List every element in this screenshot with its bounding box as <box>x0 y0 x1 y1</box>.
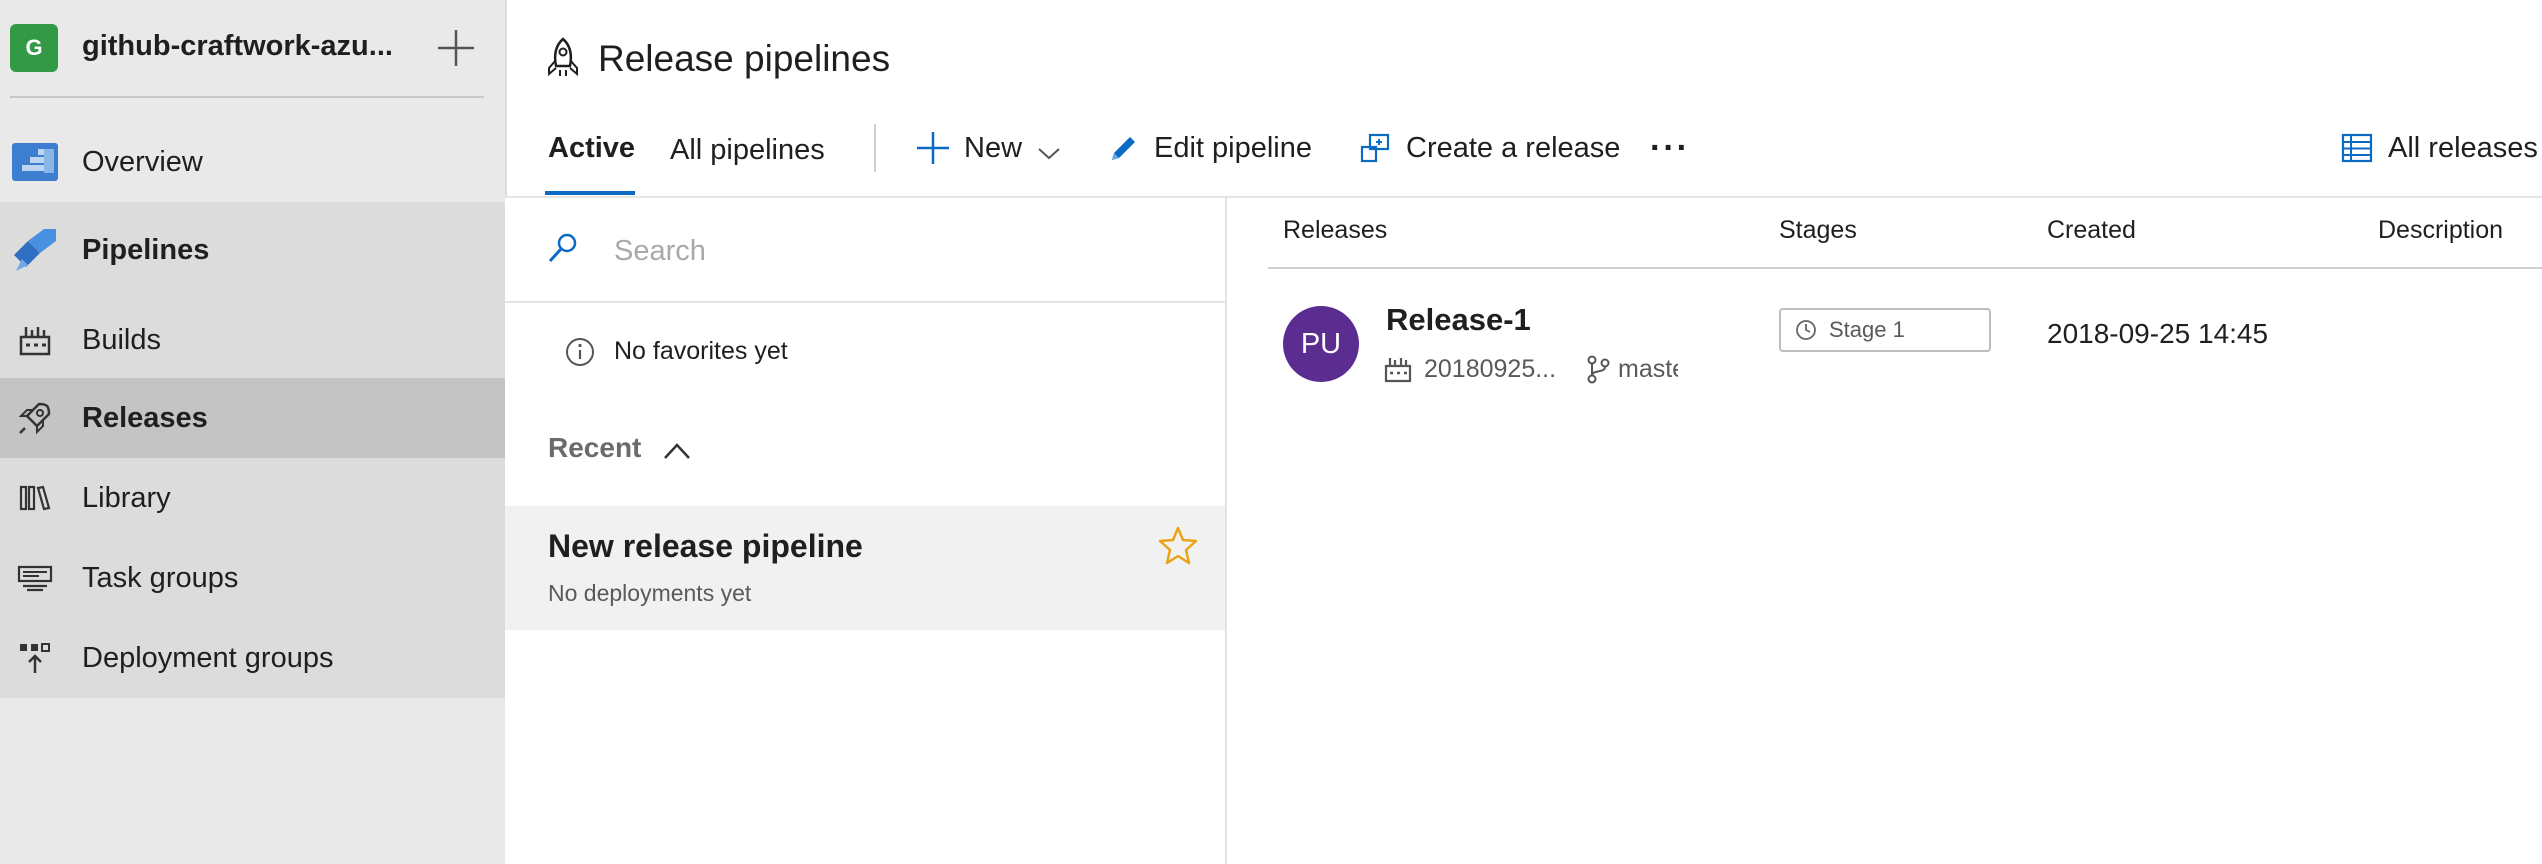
pencil-icon <box>1108 132 1140 164</box>
edit-pipeline-button[interactable]: Edit pipeline <box>1108 122 1312 174</box>
star-icon[interactable] <box>1156 524 1200 568</box>
project-name[interactable]: github-craftwork-azu... <box>82 30 393 63</box>
table-icon <box>2340 131 2374 165</box>
sidebar-item-overview[interactable]: Overview <box>0 122 505 202</box>
chevron-down-icon <box>1036 138 1062 160</box>
tab-all-pipelines[interactable]: All pipelines <box>670 134 825 167</box>
stage-label: Stage 1 <box>1829 317 1905 342</box>
all-releases-button[interactable]: All releases <box>2340 122 2538 174</box>
sidebar-item-label: Pipelines <box>82 233 210 266</box>
search-divider <box>505 301 1225 303</box>
edit-pipeline-label: Edit pipeline <box>1154 131 1312 164</box>
tab-active[interactable]: Active <box>548 132 635 165</box>
add-project-icon[interactable] <box>434 26 478 70</box>
recent-section-header[interactable]: Recent <box>548 432 641 464</box>
pipelines-icon <box>10 225 60 275</box>
search-icon <box>545 230 581 266</box>
sidebar-item-label: Overview <box>82 145 203 178</box>
new-button-label: New <box>964 131 1023 164</box>
column-header-description: Description <box>2378 216 2504 244</box>
list-item[interactable] <box>505 506 1225 630</box>
no-favorites-message: No favorites yet <box>614 337 788 365</box>
chevron-up-icon[interactable] <box>660 436 694 466</box>
plus-icon <box>914 129 952 167</box>
create-release-icon <box>1358 131 1392 165</box>
sidebar-item-label: Deployment groups <box>82 641 334 674</box>
sidebar-item-label: Task groups <box>82 561 239 594</box>
deployment-groups-icon <box>10 633 60 683</box>
page-title: Release pipelines <box>598 38 891 79</box>
library-icon <box>10 473 60 523</box>
clock-icon <box>1795 319 1817 341</box>
sidebar-item-pipelines[interactable]: Pipelines <box>0 210 505 290</box>
pipeline-name[interactable]: New release pipeline <box>548 528 863 565</box>
tab-selected-indicator <box>545 191 635 195</box>
sidebar-item-library[interactable]: Library <box>0 458 505 538</box>
create-release-label: Create a release <box>1406 131 1621 164</box>
branch-name: master <box>1618 355 1678 383</box>
pipeline-status: No deployments yet <box>548 580 752 606</box>
rocket-icon <box>545 36 581 80</box>
search-input[interactable] <box>612 224 1196 278</box>
builds-icon <box>10 315 60 365</box>
build-number[interactable]: 20180925... <box>1424 355 1556 384</box>
column-header-stages: Stages <box>1779 216 1857 244</box>
info-icon <box>564 336 596 368</box>
all-releases-label: All releases <box>2388 131 2538 164</box>
sidebar-item-label: Releases <box>82 401 208 434</box>
column-header-releases: Releases <box>1283 216 1388 244</box>
create-release-button[interactable]: Create a release <box>1358 122 1620 174</box>
toolbar-separator <box>874 124 876 172</box>
new-button[interactable]: New <box>914 122 1062 174</box>
sidebar-item-deployment-groups[interactable]: Deployment groups <box>0 618 505 698</box>
sidebar-item-label: Builds <box>82 323 161 356</box>
branch-icon <box>1584 354 1612 384</box>
sidebar-item-builds[interactable]: Builds <box>0 300 505 380</box>
sidebar-item-task-groups[interactable]: Task groups <box>0 538 505 618</box>
sidebar-item-releases[interactable]: Releases <box>0 378 505 458</box>
column-header-created: Created <box>2047 216 2136 244</box>
task-groups-icon <box>10 553 60 603</box>
project-avatar[interactable]: G <box>10 24 58 72</box>
more-icon: ··· <box>1650 128 1690 167</box>
sidebar-item-label: Library <box>82 481 171 514</box>
sidebar-divider <box>10 96 484 98</box>
releases-icon <box>10 393 60 443</box>
overview-icon <box>10 137 60 187</box>
created-timestamp: 2018-09-25 14:45 <box>2047 318 2269 349</box>
more-actions-button[interactable]: ··· <box>1650 122 1690 174</box>
avatar: PU <box>1283 306 1359 382</box>
build-icon <box>1383 354 1413 384</box>
table-header-divider <box>1268 267 2542 269</box>
release-name-link[interactable]: Release-1 <box>1386 302 1531 338</box>
project-header[interactable]: G github-craftwork-azu... <box>0 0 505 96</box>
stage-status-badge[interactable]: Stage 1 <box>1779 308 1991 352</box>
